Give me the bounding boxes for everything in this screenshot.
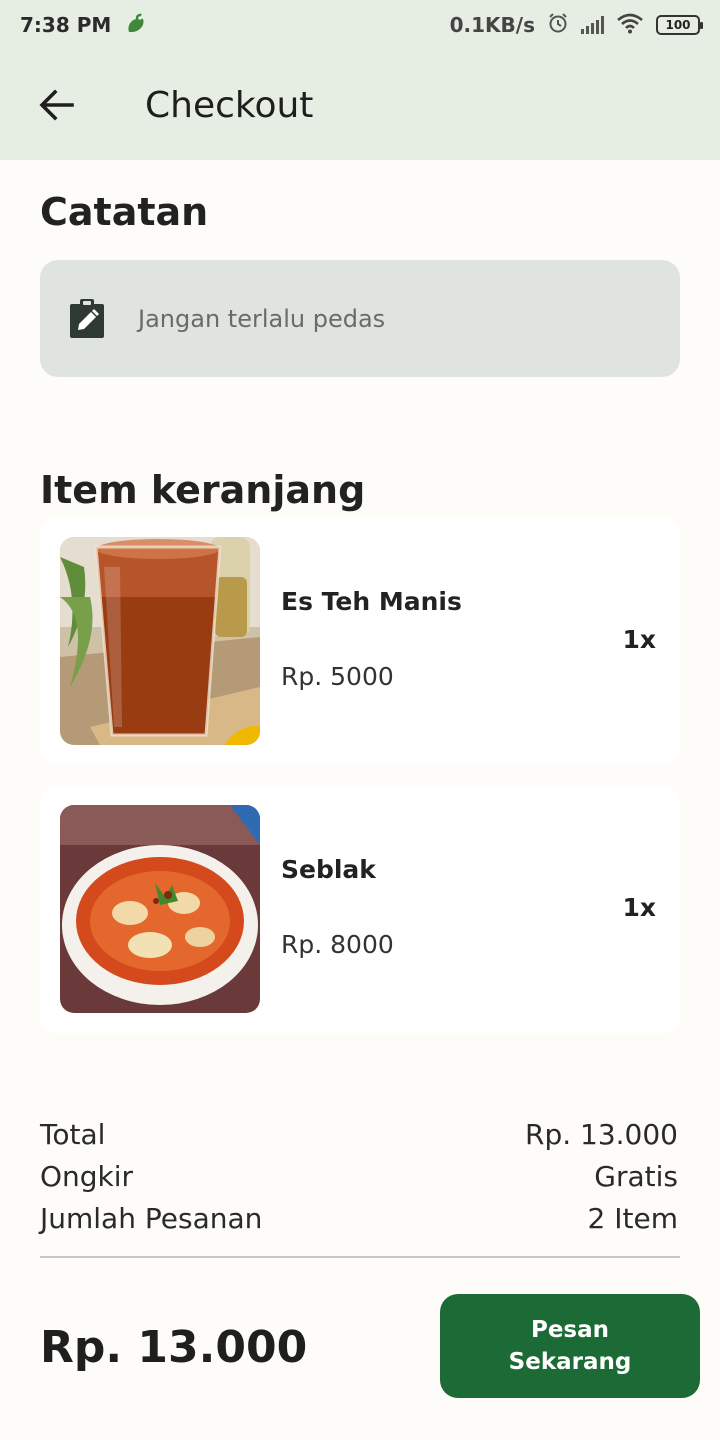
back-button[interactable] — [20, 69, 92, 141]
total-value: Rp. 13.000 — [524, 1118, 678, 1151]
status-right: 0.1KB/s 100 — [449, 12, 703, 39]
cart-item[interactable]: Seblak Rp. 8000 1x — [40, 785, 680, 1033]
order-count-label: Jumlah Pesanan — [40, 1202, 263, 1235]
summary-shipping-row: Ongkir Gratis — [40, 1160, 678, 1193]
item-name: Es Teh Manis — [281, 587, 462, 616]
item-name: Seblak — [281, 855, 376, 884]
app-notification-icon — [123, 10, 149, 41]
item-image-seblak — [60, 805, 260, 1013]
notes-heading: Catatan — [40, 190, 209, 234]
item-quantity: 1x — [622, 893, 656, 922]
network-speed: 0.1KB/s — [449, 13, 535, 37]
alarm-icon — [547, 12, 569, 39]
total-label: Total — [40, 1118, 106, 1151]
item-price: Rp. 8000 — [281, 930, 394, 959]
app-bar: Checkout — [0, 50, 720, 160]
divider — [40, 1256, 680, 1258]
item-price: Rp. 5000 — [281, 662, 394, 691]
shipping-value: Gratis — [594, 1160, 678, 1193]
cart-heading: Item keranjang — [40, 468, 366, 512]
notes-value: Jangan terlalu pedas — [138, 304, 386, 333]
summary-total-row: Total Rp. 13.000 — [40, 1118, 678, 1151]
order-now-button[interactable]: Pesan Sekarang — [440, 1294, 700, 1398]
wifi-icon — [616, 12, 644, 39]
status-bar: 7:38 PM 0.1KB/s 100 — [0, 0, 720, 50]
battery-level: 100 — [665, 18, 691, 32]
battery-icon: 100 — [656, 15, 703, 35]
status-time: 7:38 PM — [20, 13, 112, 37]
grand-total: Rp. 13.000 — [40, 1322, 308, 1373]
summary-count-row: Jumlah Pesanan 2 Item — [40, 1202, 678, 1235]
order-count-value: 2 Item — [587, 1202, 678, 1235]
page-title: Checkout — [145, 84, 314, 126]
notes-input[interactable]: Jangan terlalu pedas — [40, 260, 680, 377]
cart-item[interactable]: Es Teh Manis Rp. 5000 1x — [40, 517, 680, 765]
shipping-label: Ongkir — [40, 1160, 134, 1193]
signal-icon — [581, 16, 604, 34]
clipboard-edit-icon — [68, 298, 106, 340]
status-left: 7:38 PM — [20, 10, 149, 41]
arrow-left-icon — [39, 89, 74, 121]
item-quantity: 1x — [622, 625, 656, 654]
item-image-iced-tea — [60, 537, 260, 745]
